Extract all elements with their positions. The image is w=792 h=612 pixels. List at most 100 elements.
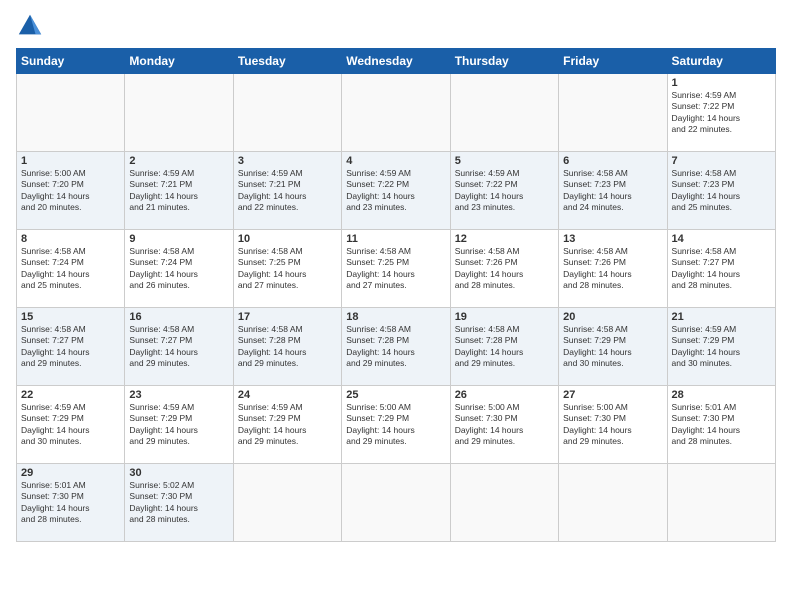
day-info: Sunrise: 5:00 AM Sunset: 7:30 PM Dayligh… [563, 402, 662, 448]
header-cell-saturday: Saturday [667, 49, 775, 74]
day-number: 10 [238, 233, 337, 245]
header-cell-monday: Monday [125, 49, 233, 74]
header-row: SundayMondayTuesdayWednesdayThursdayFrid… [17, 49, 776, 74]
calendar-cell: 1Sunrise: 4:59 AM Sunset: 7:22 PM Daylig… [667, 74, 775, 152]
day-info: Sunrise: 4:59 AM Sunset: 7:29 PM Dayligh… [238, 402, 337, 448]
calendar-cell: 18Sunrise: 4:58 AM Sunset: 7:28 PM Dayli… [342, 308, 450, 386]
day-number: 29 [21, 467, 120, 479]
calendar-cell [17, 74, 125, 152]
day-number: 24 [238, 389, 337, 401]
calendar-body: 1Sunrise: 4:59 AM Sunset: 7:22 PM Daylig… [17, 74, 776, 542]
calendar-cell: 29Sunrise: 5:01 AM Sunset: 7:30 PM Dayli… [17, 464, 125, 542]
day-number: 16 [129, 311, 228, 323]
calendar-week-5: 29Sunrise: 5:01 AM Sunset: 7:30 PM Dayli… [17, 464, 776, 542]
day-info: Sunrise: 5:01 AM Sunset: 7:30 PM Dayligh… [21, 480, 120, 526]
header-cell-sunday: Sunday [17, 49, 125, 74]
day-info: Sunrise: 5:00 AM Sunset: 7:29 PM Dayligh… [346, 402, 445, 448]
calendar-cell: 15Sunrise: 4:58 AM Sunset: 7:27 PM Dayli… [17, 308, 125, 386]
day-info: Sunrise: 4:58 AM Sunset: 7:26 PM Dayligh… [563, 246, 662, 292]
day-number: 6 [563, 155, 662, 167]
day-number: 26 [455, 389, 554, 401]
day-info: Sunrise: 4:58 AM Sunset: 7:25 PM Dayligh… [238, 246, 337, 292]
day-info: Sunrise: 4:59 AM Sunset: 7:21 PM Dayligh… [238, 168, 337, 214]
calendar-cell: 28Sunrise: 5:01 AM Sunset: 7:30 PM Dayli… [667, 386, 775, 464]
day-number: 27 [563, 389, 662, 401]
day-info: Sunrise: 4:59 AM Sunset: 7:22 PM Dayligh… [455, 168, 554, 214]
logo [16, 12, 48, 40]
day-number: 1 [21, 155, 120, 167]
day-info: Sunrise: 5:02 AM Sunset: 7:30 PM Dayligh… [129, 480, 228, 526]
calendar-cell: 11Sunrise: 4:58 AM Sunset: 7:25 PM Dayli… [342, 230, 450, 308]
day-info: Sunrise: 4:58 AM Sunset: 7:23 PM Dayligh… [563, 168, 662, 214]
day-number: 25 [346, 389, 445, 401]
calendar-cell: 2Sunrise: 4:59 AM Sunset: 7:21 PM Daylig… [125, 152, 233, 230]
calendar-cell [559, 74, 667, 152]
calendar-cell: 30Sunrise: 5:02 AM Sunset: 7:30 PM Dayli… [125, 464, 233, 542]
day-number: 18 [346, 311, 445, 323]
day-number: 23 [129, 389, 228, 401]
day-info: Sunrise: 4:59 AM Sunset: 7:29 PM Dayligh… [672, 324, 771, 370]
day-info: Sunrise: 4:58 AM Sunset: 7:24 PM Dayligh… [21, 246, 120, 292]
day-info: Sunrise: 4:58 AM Sunset: 7:27 PM Dayligh… [129, 324, 228, 370]
day-number: 14 [672, 233, 771, 245]
page: SundayMondayTuesdayWednesdayThursdayFrid… [0, 0, 792, 612]
day-info: Sunrise: 4:58 AM Sunset: 7:28 PM Dayligh… [346, 324, 445, 370]
calendar-table: SundayMondayTuesdayWednesdayThursdayFrid… [16, 48, 776, 542]
day-number: 7 [672, 155, 771, 167]
calendar-cell: 10Sunrise: 4:58 AM Sunset: 7:25 PM Dayli… [233, 230, 341, 308]
day-info: Sunrise: 4:59 AM Sunset: 7:29 PM Dayligh… [21, 402, 120, 448]
calendar-cell: 5Sunrise: 4:59 AM Sunset: 7:22 PM Daylig… [450, 152, 558, 230]
calendar-week-4: 22Sunrise: 4:59 AM Sunset: 7:29 PM Dayli… [17, 386, 776, 464]
header-cell-friday: Friday [559, 49, 667, 74]
day-info: Sunrise: 4:59 AM Sunset: 7:21 PM Dayligh… [129, 168, 228, 214]
calendar-header: SundayMondayTuesdayWednesdayThursdayFrid… [17, 49, 776, 74]
day-number: 21 [672, 311, 771, 323]
calendar-cell: 9Sunrise: 4:58 AM Sunset: 7:24 PM Daylig… [125, 230, 233, 308]
calendar-cell [125, 74, 233, 152]
calendar-cell: 4Sunrise: 4:59 AM Sunset: 7:22 PM Daylig… [342, 152, 450, 230]
day-number: 8 [21, 233, 120, 245]
calendar-cell: 1Sunrise: 5:00 AM Sunset: 7:20 PM Daylig… [17, 152, 125, 230]
calendar-cell [342, 74, 450, 152]
calendar-cell: 21Sunrise: 4:59 AM Sunset: 7:29 PM Dayli… [667, 308, 775, 386]
day-info: Sunrise: 4:58 AM Sunset: 7:28 PM Dayligh… [238, 324, 337, 370]
day-info: Sunrise: 4:58 AM Sunset: 7:25 PM Dayligh… [346, 246, 445, 292]
day-number: 9 [129, 233, 228, 245]
day-number: 15 [21, 311, 120, 323]
calendar-cell: 13Sunrise: 4:58 AM Sunset: 7:26 PM Dayli… [559, 230, 667, 308]
day-number: 3 [238, 155, 337, 167]
calendar-cell [233, 464, 341, 542]
calendar-cell: 19Sunrise: 4:58 AM Sunset: 7:28 PM Dayli… [450, 308, 558, 386]
calendar-cell: 22Sunrise: 4:59 AM Sunset: 7:29 PM Dayli… [17, 386, 125, 464]
header-cell-wednesday: Wednesday [342, 49, 450, 74]
calendar-cell [559, 464, 667, 542]
day-number: 4 [346, 155, 445, 167]
day-info: Sunrise: 5:00 AM Sunset: 7:20 PM Dayligh… [21, 168, 120, 214]
calendar-cell [233, 74, 341, 152]
day-number: 12 [455, 233, 554, 245]
calendar-cell [450, 74, 558, 152]
day-info: Sunrise: 4:58 AM Sunset: 7:29 PM Dayligh… [563, 324, 662, 370]
day-info: Sunrise: 4:58 AM Sunset: 7:27 PM Dayligh… [672, 246, 771, 292]
calendar-cell: 20Sunrise: 4:58 AM Sunset: 7:29 PM Dayli… [559, 308, 667, 386]
day-number: 1 [672, 77, 771, 89]
day-number: 5 [455, 155, 554, 167]
day-number: 13 [563, 233, 662, 245]
day-info: Sunrise: 4:59 AM Sunset: 7:22 PM Dayligh… [672, 90, 771, 136]
day-info: Sunrise: 4:58 AM Sunset: 7:28 PM Dayligh… [455, 324, 554, 370]
calendar-cell: 26Sunrise: 5:00 AM Sunset: 7:30 PM Dayli… [450, 386, 558, 464]
day-info: Sunrise: 4:59 AM Sunset: 7:22 PM Dayligh… [346, 168, 445, 214]
day-number: 17 [238, 311, 337, 323]
calendar-cell: 7Sunrise: 4:58 AM Sunset: 7:23 PM Daylig… [667, 152, 775, 230]
calendar-cell: 23Sunrise: 4:59 AM Sunset: 7:29 PM Dayli… [125, 386, 233, 464]
calendar-cell: 24Sunrise: 4:59 AM Sunset: 7:29 PM Dayli… [233, 386, 341, 464]
calendar-cell [450, 464, 558, 542]
day-number: 20 [563, 311, 662, 323]
day-number: 22 [21, 389, 120, 401]
calendar-cell: 25Sunrise: 5:00 AM Sunset: 7:29 PM Dayli… [342, 386, 450, 464]
day-info: Sunrise: 5:00 AM Sunset: 7:30 PM Dayligh… [455, 402, 554, 448]
calendar-cell: 6Sunrise: 4:58 AM Sunset: 7:23 PM Daylig… [559, 152, 667, 230]
day-number: 11 [346, 233, 445, 245]
day-info: Sunrise: 5:01 AM Sunset: 7:30 PM Dayligh… [672, 402, 771, 448]
day-number: 19 [455, 311, 554, 323]
